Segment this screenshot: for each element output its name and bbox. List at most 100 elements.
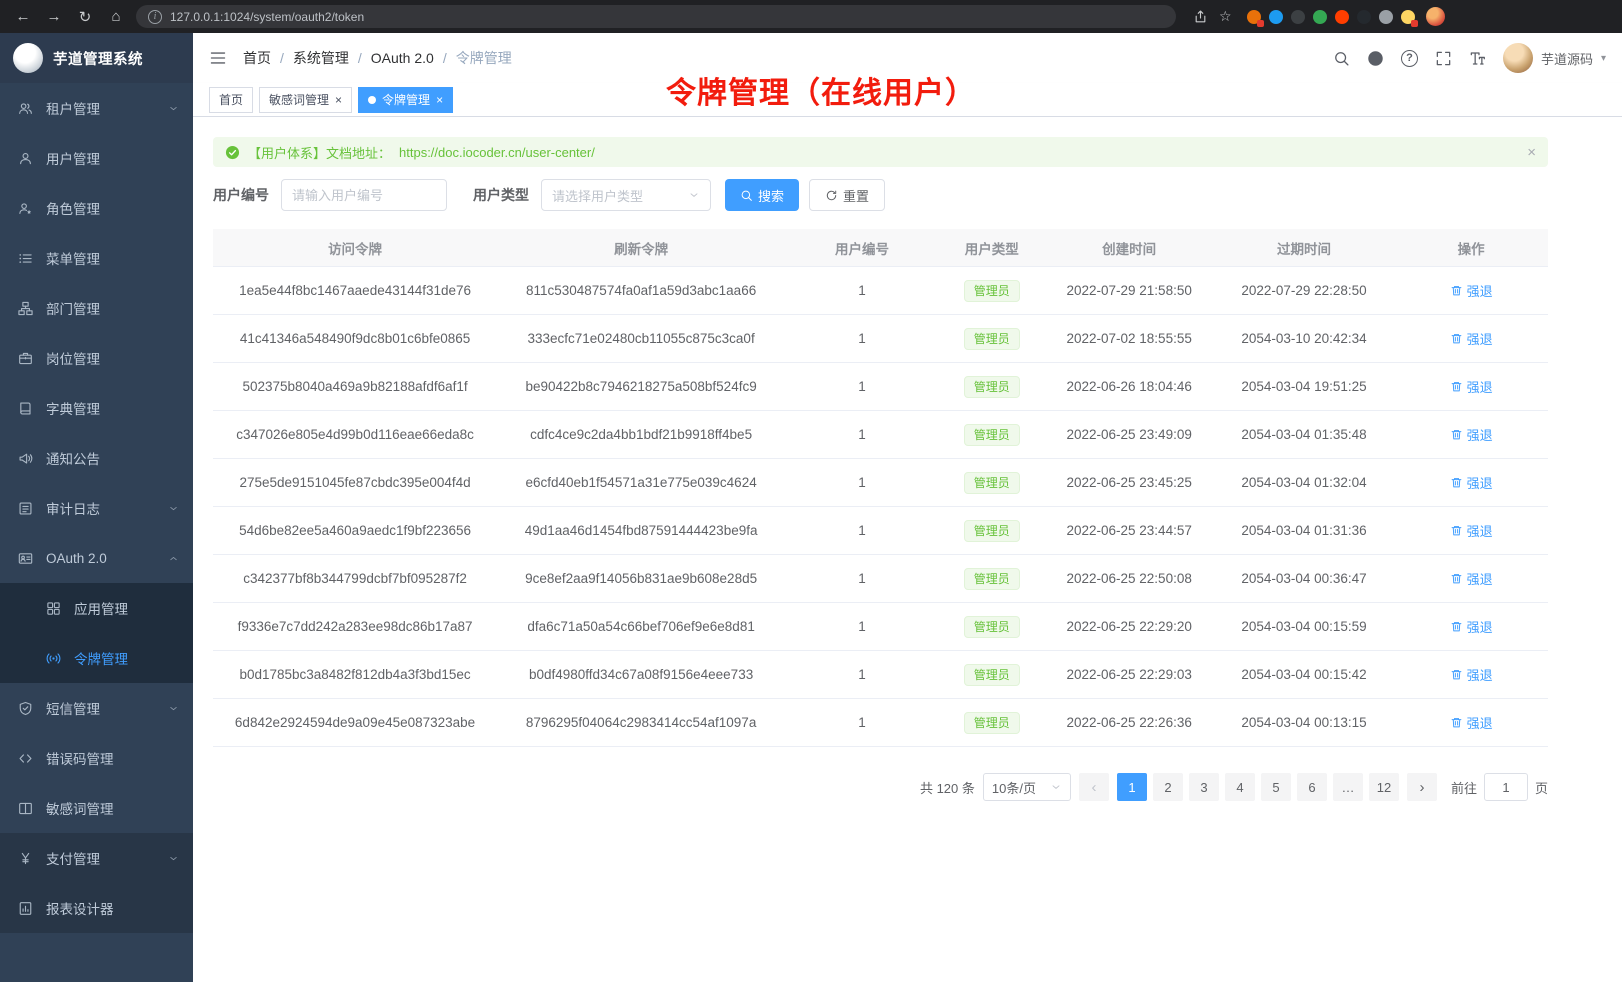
home-icon[interactable]: ⌂: [105, 6, 127, 28]
refresh-token-cell: 9ce8ef2aa9f14056b831ae9b608e28d5: [497, 571, 785, 586]
page-button-5[interactable]: 5: [1261, 773, 1291, 801]
breadcrumb-home[interactable]: 首页: [243, 48, 271, 68]
user-type-badge: 管理员: [964, 424, 1020, 446]
address-bar[interactable]: i 127.0.0.1:1024/system/oauth2/token: [136, 5, 1176, 28]
sidebar-item-report[interactable]: 报表设计器: [0, 883, 193, 933]
search-button-label: 搜索: [758, 186, 784, 205]
help-icon[interactable]: ?: [1401, 50, 1418, 67]
force-logout-button[interactable]: 强退: [1450, 281, 1493, 300]
force-logout-button[interactable]: 强退: [1450, 713, 1493, 732]
refresh-token-cell: b0df4980ffd34c67a08f9156e4eee733: [497, 667, 785, 682]
force-logout-button[interactable]: 强退: [1450, 377, 1493, 396]
force-logout-label: 强退: [1467, 281, 1493, 300]
page-button-3[interactable]: 3: [1189, 773, 1219, 801]
goto-page-input[interactable]: [1484, 773, 1528, 801]
sidebar-toggle-icon[interactable]: [209, 49, 227, 67]
sidebar-item-error-code[interactable]: 错误码管理: [0, 733, 193, 783]
page-button-2[interactable]: 2: [1153, 773, 1183, 801]
user-type-select[interactable]: 请选择用户类型: [541, 179, 711, 211]
force-logout-button[interactable]: 强退: [1450, 617, 1493, 636]
breadcrumb-oauth[interactable]: OAuth 2.0: [371, 50, 434, 66]
page-button-12[interactable]: 12: [1369, 773, 1399, 801]
sidebar-item-oauth2-token[interactable]: 令牌管理: [0, 633, 193, 683]
force-logout-label: 强退: [1467, 425, 1493, 444]
site-info-icon[interactable]: i: [148, 10, 162, 24]
extension-icon[interactable]: [1335, 10, 1349, 24]
extension-icon[interactable]: [1401, 10, 1415, 24]
sidebar-item-dict[interactable]: 字典管理: [0, 383, 193, 433]
refresh-token-cell: e6cfd40eb1f54571a31e775e039c4624: [497, 475, 785, 490]
page-buttons: 123456…12: [1117, 773, 1399, 801]
sidebar-item-user[interactable]: 用户管理: [0, 133, 193, 183]
sidebar-item-notice[interactable]: 通知公告: [0, 433, 193, 483]
sidebar-item-sensitive-word[interactable]: 敏感词管理: [0, 783, 193, 833]
pagination-more-icon[interactable]: …: [1333, 773, 1363, 801]
search-button[interactable]: 搜索: [725, 179, 799, 211]
word-icon: [18, 801, 34, 816]
sidebar-item-audit-log[interactable]: 审计日志: [0, 483, 193, 533]
extension-icon[interactable]: [1291, 10, 1305, 24]
extensions-area: [1247, 10, 1415, 24]
page-jumper: 前往 页: [1451, 773, 1548, 801]
sidebar-item-dept[interactable]: 部门管理: [0, 283, 193, 333]
force-logout-button[interactable]: 强退: [1450, 473, 1493, 492]
extension-icon[interactable]: [1313, 10, 1327, 24]
reload-icon[interactable]: ↻: [74, 6, 96, 28]
user-id-cell: 1: [785, 571, 939, 586]
forward-icon[interactable]: →: [43, 6, 65, 28]
sidebar-item-post[interactable]: 岗位管理: [0, 333, 193, 383]
user-id-cell: 1: [785, 667, 939, 682]
user-menu[interactable]: 芋道源码 ▾: [1503, 43, 1606, 73]
page-button-1[interactable]: 1: [1117, 773, 1147, 801]
close-icon[interactable]: ×: [436, 94, 443, 106]
prev-page-button[interactable]: ‹: [1079, 773, 1109, 801]
close-icon[interactable]: ×: [335, 94, 342, 106]
share-icon[interactable]: [1193, 9, 1208, 24]
sidebar-item-pay[interactable]: 支付管理: [0, 833, 193, 883]
font-size-icon[interactable]: [1469, 50, 1486, 67]
page-button-6[interactable]: 6: [1297, 773, 1327, 801]
page-button-4[interactable]: 4: [1225, 773, 1255, 801]
sidebar-item-sms[interactable]: 短信管理: [0, 683, 193, 733]
alert-close-icon[interactable]: ×: [1527, 144, 1536, 161]
extension-icon[interactable]: [1379, 10, 1393, 24]
doc-link[interactable]: https://doc.iocoder.cn/user-center/: [399, 145, 595, 160]
sidebar-item-label: OAuth 2.0: [46, 551, 107, 566]
back-icon[interactable]: ←: [12, 6, 34, 28]
bookmark-star-icon[interactable]: ☆: [1219, 8, 1232, 25]
force-logout-button[interactable]: 强退: [1450, 665, 1493, 684]
fullscreen-icon[interactable]: [1435, 50, 1452, 67]
browser-profile-avatar[interactable]: [1426, 7, 1445, 26]
extension-icon[interactable]: [1269, 10, 1283, 24]
search-icon[interactable]: [1333, 50, 1350, 67]
sidebar-item-menu[interactable]: 菜单管理: [0, 233, 193, 283]
force-logout-button[interactable]: 强退: [1450, 521, 1493, 540]
table-row: 6d842e2924594de9a09e45e087323abe8796295f…: [213, 699, 1548, 747]
force-logout-button[interactable]: 强退: [1450, 425, 1493, 444]
user-id-input[interactable]: [281, 179, 447, 211]
github-icon[interactable]: [1367, 50, 1384, 67]
force-logout-label: 强退: [1467, 617, 1493, 636]
force-logout-button[interactable]: 强退: [1450, 569, 1493, 588]
app-logo[interactable]: 芋道管理系统: [0, 33, 193, 83]
refresh-token-cell: 49d1aa46d1454fbd87591444423be9fa: [497, 523, 785, 538]
sidebar-item-role[interactable]: 角色管理: [0, 183, 193, 233]
extension-icon[interactable]: [1357, 10, 1371, 24]
sidebar-item-oauth2-app[interactable]: 应用管理: [0, 583, 193, 633]
force-logout-button[interactable]: 强退: [1450, 329, 1493, 348]
page-size-select[interactable]: 10条/页: [983, 773, 1071, 801]
extension-icon[interactable]: [1247, 10, 1261, 24]
sidebar-item-label: 部门管理: [46, 298, 100, 318]
sidebar-item-label: 令牌管理: [74, 648, 128, 668]
sidebar-item-tenant[interactable]: 租户管理: [0, 83, 193, 133]
user-type-cell: 管理员: [939, 376, 1045, 398]
tab-token[interactable]: 令牌管理 ×: [358, 87, 453, 113]
breadcrumb-system[interactable]: 系统管理: [293, 48, 349, 68]
tab-home[interactable]: 首页: [209, 87, 253, 113]
sidebar-item-oauth2[interactable]: OAuth 2.0: [0, 533, 193, 583]
tab-sensitive-word[interactable]: 敏感词管理 ×: [259, 87, 352, 113]
next-page-button[interactable]: ›: [1407, 773, 1437, 801]
sidebar-item-label: 应用管理: [74, 598, 128, 618]
expire-time-cell: 2054-03-10 20:42:34: [1214, 331, 1395, 346]
reset-button[interactable]: 重置: [809, 179, 885, 211]
